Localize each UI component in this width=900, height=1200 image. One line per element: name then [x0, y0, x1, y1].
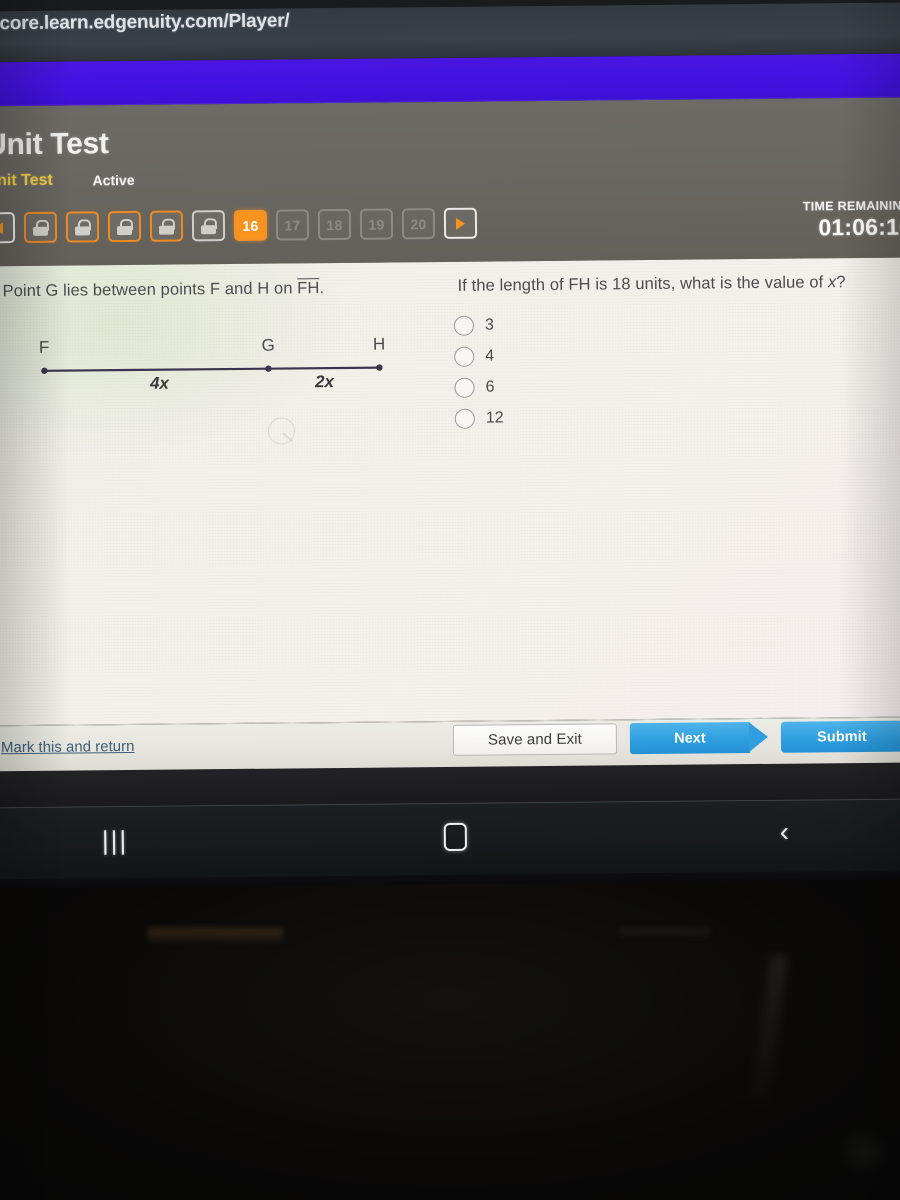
- triangle-right-icon: [455, 217, 466, 230]
- mark-and-return-link[interactable]: Mark this and return: [1, 738, 135, 756]
- radio-button[interactable]: [453, 315, 475, 336]
- lock-icon: [158, 218, 176, 235]
- question-panel: [0, 257, 900, 726]
- screenshot-root: 2.core.learn.edgenuity.com/Player/ Unit …: [0, 0, 900, 1200]
- time-remaining: TIME REMAINING 01:06:16: [803, 198, 900, 241]
- back-icon[interactable]: ‹: [780, 817, 789, 848]
- next-button-label: Next: [629, 722, 751, 755]
- submit-button[interactable]: Submit: [780, 720, 900, 753]
- diagram-point-h: H: [373, 335, 385, 354]
- triangle-left-icon: [0, 221, 4, 234]
- url-text[interactable]: 2.core.learn.edgenuity.com/Player/: [0, 10, 290, 35]
- lock-icon: [74, 218, 92, 236]
- next-button[interactable]: Next: [629, 721, 769, 755]
- lock-icon: [200, 217, 218, 234]
- next-arrow-icon: [748, 721, 769, 753]
- recent-apps-icon[interactable]: |||: [102, 825, 129, 856]
- time-remaining-value: 01:06:16: [818, 213, 900, 241]
- desk-glow: [834, 1132, 894, 1172]
- pager-item-19[interactable]: 19: [359, 208, 394, 240]
- question-stem: Point G lies between points F and H on F…: [3, 279, 325, 301]
- diagram-point-g: G: [261, 336, 274, 355]
- lock-icon: [32, 219, 50, 236]
- status-badge: Active: [92, 171, 135, 189]
- phone-screen: 2.core.learn.edgenuity.com/Player/ Unit …: [0, 0, 900, 889]
- question-prompt-variable: x: [827, 273, 837, 292]
- time-remaining-label: TIME REMAINING: [802, 198, 900, 214]
- desk-highlight-secondary: [620, 928, 710, 938]
- choice-option-1[interactable]: 3: [453, 309, 503, 340]
- question-stem-after: .: [319, 279, 325, 298]
- footer-buttons: Save and Exit Next Submit: [452, 720, 900, 756]
- lock-icon: [116, 218, 134, 235]
- choice-label: 4: [485, 346, 495, 365]
- pager-item-4[interactable]: [149, 210, 184, 242]
- diagram-label-gh: 2x: [314, 372, 336, 391]
- breadcrumb-activity[interactable]: Unit Test: [0, 172, 53, 191]
- diagram-point-f: F: [39, 338, 50, 357]
- pager-item-18[interactable]: 18: [317, 208, 352, 241]
- choice-option-4[interactable]: 12: [454, 402, 504, 433]
- home-square-icon[interactable]: [443, 822, 468, 851]
- choice-label: 6: [485, 377, 495, 396]
- pager-item-2[interactable]: [65, 211, 100, 243]
- browser-url-bar[interactable]: 2.core.learn.edgenuity.com/Player/: [0, 0, 900, 63]
- choice-label: 12: [485, 408, 504, 427]
- question-prompt: If the length of FH is 18 units, what is…: [457, 273, 845, 296]
- pager-prev-button[interactable]: [0, 212, 16, 244]
- radio-button[interactable]: [454, 377, 475, 398]
- pager-item-3[interactable]: [107, 210, 142, 243]
- segment-notation: FH: [297, 279, 320, 298]
- choice-option-3[interactable]: 6: [454, 371, 503, 402]
- pager-item-5[interactable]: [191, 210, 226, 242]
- answer-choices[interactable]: 3 4 6 12: [453, 309, 504, 433]
- pager-item-16[interactable]: 16: [233, 209, 268, 241]
- choice-label: 3: [484, 315, 494, 334]
- browser-top-strip: [0, 0, 900, 12]
- radio-button[interactable]: [454, 408, 475, 429]
- panel-texture: [0, 257, 900, 726]
- question-prompt-after: ?: [836, 273, 846, 292]
- choice-option-2[interactable]: 4: [454, 340, 503, 371]
- question-stem-before: Point G lies between points F and H on: [2, 279, 298, 301]
- pager-item-17[interactable]: 17: [275, 209, 310, 241]
- radio-button[interactable]: [454, 346, 475, 367]
- diagram-label-fg: 4x: [149, 374, 171, 393]
- segment-diagram: F G H 4x 2x: [21, 329, 412, 403]
- pager-next-button[interactable]: [443, 207, 478, 239]
- desk-highlight: [148, 928, 283, 944]
- pager-item-20[interactable]: 20: [401, 208, 436, 240]
- question-prompt-before: If the length of FH is 18 units, what is…: [457, 273, 829, 295]
- page-title: Unit Test: [0, 127, 109, 162]
- pager-item-1[interactable]: [23, 211, 58, 244]
- question-pager[interactable]: 16 17 18 19 20: [0, 207, 478, 244]
- save-and-exit-button[interactable]: Save and Exit: [452, 723, 618, 756]
